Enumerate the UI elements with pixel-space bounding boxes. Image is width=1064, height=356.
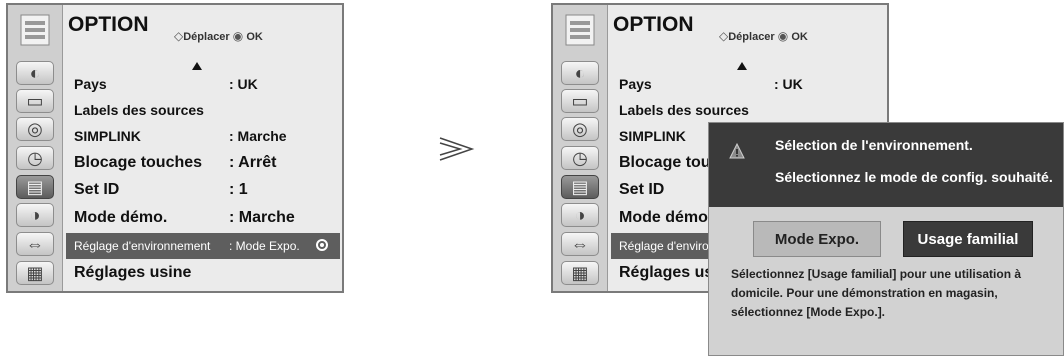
move-arrows-icon: ◇ — [719, 29, 729, 43]
menu-item-reglages-usine[interactable]: Réglages usine — [66, 260, 340, 286]
usb-icon[interactable]: ▦ — [561, 261, 599, 285]
menu-item-labels-sources[interactable]: Labels des sources — [611, 97, 885, 123]
dialog-title: Sélection de l'environnement. — [775, 137, 973, 153]
item-label: Mode démo. — [74, 209, 168, 226]
dialog-description: Sélectionnez [Usage familial] pour une u… — [731, 267, 1022, 319]
lock-icon[interactable]: ◑ — [16, 203, 54, 227]
item-value: : UK — [774, 76, 803, 92]
option-icon — [8, 5, 62, 55]
menu-item-set-id[interactable]: Set ID : 1 — [66, 177, 340, 203]
item-label: Labels des sources — [619, 102, 749, 118]
menu-item-reglage-environnement[interactable]: Réglage d'environnement : Mode Expo. — [66, 233, 340, 259]
next-step-arrow-icon — [439, 137, 475, 161]
item-label: SIMPLINK — [619, 128, 686, 144]
ok-button-icon: ◉ — [232, 29, 244, 43]
dialog-subtitle: Sélectionnez le mode de config. souhaité… — [775, 169, 1053, 185]
selected-radio-icon — [316, 239, 328, 251]
picture-icon[interactable]: ◐ — [561, 61, 599, 85]
environment-dialog: Sélection de l'environnement. Sélectionn… — [708, 122, 1064, 356]
menu-item-simplink[interactable]: SIMPLINK : Marche — [66, 123, 340, 149]
item-label: Set ID — [619, 181, 665, 198]
time-icon[interactable]: ◷ — [561, 146, 599, 170]
screen-icon[interactable]: ▭ — [16, 89, 54, 113]
item-value: : Marche — [229, 128, 287, 144]
hint-ok: OK — [246, 31, 263, 43]
menu-title: OPTION — [68, 13, 149, 36]
item-label: Pays — [74, 76, 107, 92]
option-icon — [553, 5, 607, 55]
menu-sidebar: ◐ ▭ ◎ ◷ ▤ ◑ ⇔ ▦ — [8, 5, 63, 291]
audio-icon[interactable]: ◎ — [561, 117, 599, 141]
hint-ok: OK — [791, 31, 808, 43]
scroll-up-icon[interactable] — [192, 62, 202, 70]
usage-familial-button[interactable]: Usage familial — [903, 221, 1033, 257]
menu-sidebar: ◐ ▭ ◎ ◷ ▤ ◑ ⇔ ▦ — [553, 5, 608, 291]
item-value: : Marche — [229, 209, 295, 226]
item-value: : UK — [229, 76, 258, 92]
input-icon[interactable]: ⇔ — [16, 232, 54, 256]
item-label: Réglages us — [619, 264, 714, 281]
option-menu-left: ◐ ▭ ◎ ◷ ▤ ◑ ⇔ ▦ OPTION ◇Déplacer ◉ OK Pa… — [6, 3, 344, 293]
option-icon[interactable]: ▤ — [16, 175, 54, 199]
menu-item-blocage-touches[interactable]: Blocage touches : Arrêt — [66, 150, 340, 176]
item-label: Réglage d'enviro — [619, 239, 709, 253]
menu-item-pays[interactable]: Pays : UK — [66, 71, 340, 97]
audio-icon[interactable]: ◎ — [16, 117, 54, 141]
picture-icon[interactable]: ◐ — [16, 61, 54, 85]
item-label: Labels des sources — [74, 102, 204, 118]
scroll-up-icon[interactable] — [737, 62, 747, 70]
nav-hint: ◇Déplacer ◉ OK — [174, 29, 263, 43]
lock-icon[interactable]: ◑ — [561, 203, 599, 227]
item-value: : Mode Expo. — [229, 239, 300, 253]
menu-item-labels-sources[interactable]: Labels des sources — [66, 97, 340, 123]
item-label: Blocage tou — [619, 154, 711, 171]
item-label: Mode démo — [619, 209, 708, 226]
dialog-header: Sélection de l'environnement. Sélectionn… — [709, 123, 1063, 207]
screen-icon[interactable]: ▭ — [561, 89, 599, 113]
item-label: Réglages usine — [74, 264, 192, 281]
item-label: Blocage touches — [74, 154, 203, 171]
input-icon[interactable]: ⇔ — [561, 232, 599, 256]
option-icon[interactable]: ▤ — [561, 175, 599, 199]
menu-title: OPTION — [613, 13, 694, 36]
item-label: Set ID — [74, 181, 120, 198]
nav-hint: ◇Déplacer ◉ OK — [719, 29, 808, 43]
time-icon[interactable]: ◷ — [16, 146, 54, 170]
mode-expo-button[interactable]: Mode Expo. — [753, 221, 881, 257]
item-value: : Arrêt — [229, 154, 277, 171]
warning-icon — [729, 143, 745, 159]
hint-move: Déplacer — [728, 31, 775, 43]
item-label: Réglage d'environnement — [74, 239, 211, 253]
ok-button-icon: ◉ — [777, 29, 789, 43]
menu-item-mode-demo[interactable]: Mode démo. : Marche — [66, 205, 340, 231]
item-value: : 1 — [229, 181, 248, 198]
move-arrows-icon: ◇ — [174, 29, 184, 43]
hint-move: Déplacer — [183, 31, 230, 43]
menu-item-pays[interactable]: Pays : UK — [611, 71, 885, 97]
item-label: Pays — [619, 76, 652, 92]
usb-icon[interactable]: ▦ — [16, 261, 54, 285]
item-label: SIMPLINK — [74, 128, 141, 144]
